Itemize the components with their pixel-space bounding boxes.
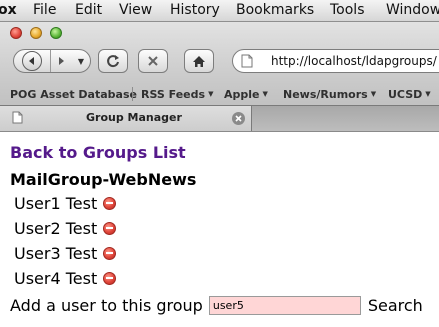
tab-title: Group Manager: [86, 111, 182, 124]
bookmark-label: UCSD: [388, 88, 423, 101]
search-button[interactable]: Search: [368, 296, 423, 315]
add-user-label: Add a user to this group: [10, 295, 203, 315]
remove-icon: [106, 202, 114, 204]
menu-file[interactable]: File: [33, 2, 56, 18]
user-name: User2 Test: [14, 218, 98, 238]
menu-view[interactable]: View: [119, 2, 152, 18]
home-icon: [192, 55, 206, 68]
chevron-down-icon: ▼: [262, 90, 268, 98]
bookmark-ucsd[interactable]: UCSD ▼: [388, 88, 431, 101]
remove-icon: [106, 227, 114, 229]
user-name: User4 Test: [14, 268, 98, 288]
menu-edit[interactable]: Edit: [75, 2, 102, 18]
user-name: User1 Test: [14, 193, 98, 213]
stop-icon: [147, 55, 159, 67]
close-icon: [235, 115, 242, 122]
remove-icon: [106, 277, 114, 279]
menu-history[interactable]: History: [170, 2, 220, 18]
user-row: User4 Test: [14, 268, 117, 288]
chevron-down-icon: ▼: [425, 90, 431, 98]
bookmark-separator: [132, 87, 133, 101]
home-button[interactable]: [184, 49, 214, 73]
menu-bar: ox File Edit View History Bookmarks Tool…: [0, 0, 439, 22]
reload-icon: [106, 54, 120, 68]
tab-group-manager[interactable]: Group Manager: [0, 106, 252, 131]
back-to-groups-link[interactable]: Back to Groups List: [10, 143, 186, 162]
page-content: Back to Groups List MailGroup-WebNews Us…: [0, 131, 439, 327]
add-user-row: Add a user to this group Search: [10, 294, 423, 316]
bookmark-label: Apple: [224, 88, 260, 101]
chevron-down-icon: ▼: [208, 90, 214, 98]
url-field[interactable]: http://localhost/ldapgroups/: [232, 49, 439, 73]
bookmark-label: POG Asset Database: [10, 88, 137, 101]
tab-close-button[interactable]: [232, 112, 245, 125]
window-zoom-button[interactable]: [50, 27, 62, 39]
right-arrow-icon: [57, 56, 66, 66]
window-close-button[interactable]: [10, 27, 22, 39]
remove-icon: [106, 252, 114, 254]
user-row: User3 Test: [14, 243, 117, 263]
bookmark-label: News/Rumors: [283, 88, 368, 101]
menu-app-name[interactable]: ox: [0, 2, 17, 18]
window-minimize-button[interactable]: [30, 27, 42, 39]
back-button[interactable]: [14, 50, 50, 72]
user-row: User2 Test: [14, 218, 117, 238]
chevron-down-icon: ▼: [370, 90, 377, 98]
bookmark-apple[interactable]: Apple ▼: [224, 88, 268, 101]
bookmark-pog-asset-database[interactable]: POG Asset Database: [10, 88, 137, 101]
stop-button[interactable]: [138, 49, 168, 73]
forward-button[interactable]: [50, 50, 72, 72]
add-user-input[interactable]: [208, 295, 361, 315]
group-title: MailGroup-WebNews: [10, 170, 197, 189]
chevron-down-icon: ▼: [77, 56, 85, 66]
url-text: http://localhost/ldapgroups/: [271, 54, 437, 68]
page-icon: [241, 54, 253, 68]
bookmark-rss-feeds[interactable]: RSS Feeds ▼: [141, 88, 213, 101]
remove-user-button[interactable]: [103, 221, 117, 235]
bookmarks-bar: POG Asset Database RSS Feeds ▼ Apple ▼ New…: [0, 83, 439, 105]
user-row: User1 Test: [14, 193, 117, 213]
remove-user-button[interactable]: [103, 196, 117, 210]
bookmark-news-rumors[interactable]: News/Rumors ▼: [283, 88, 376, 101]
remove-user-button[interactable]: [103, 271, 117, 285]
left-arrow-icon: [22, 51, 42, 71]
bookmark-label: RSS Feeds: [141, 88, 206, 101]
tab-bar: Group Manager: [0, 105, 439, 131]
user-name: User3 Test: [14, 243, 98, 263]
history-dropdown-button[interactable]: ▼: [72, 50, 90, 72]
browser-window: ox File Edit View History Bookmarks Tool…: [0, 0, 439, 327]
remove-user-button[interactable]: [103, 246, 117, 260]
menu-tools[interactable]: Tools: [330, 2, 365, 18]
page-icon: [12, 111, 23, 124]
reload-button[interactable]: [98, 49, 128, 73]
navigation-buttons: ▼: [13, 49, 91, 73]
menu-window[interactable]: Window: [386, 2, 439, 18]
menu-bookmarks[interactable]: Bookmarks: [236, 2, 314, 18]
